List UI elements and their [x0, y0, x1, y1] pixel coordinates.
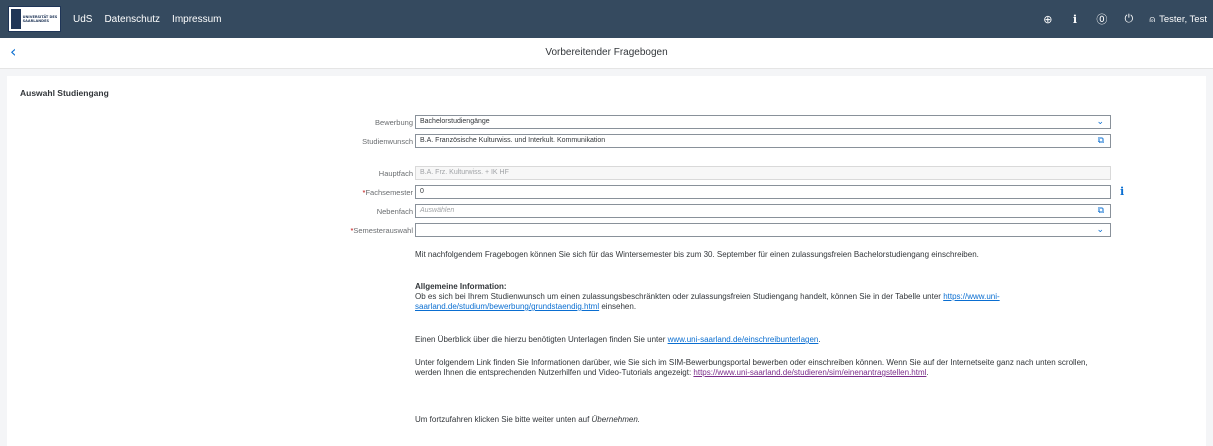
sim-antrag-link[interactable]: https://www.uni-saarland.de/studieren/si…	[693, 368, 926, 377]
nebenfach-label: Nebenfach	[376, 207, 413, 216]
logo-text: UNIVERSITÄT DES SAARLANDES	[22, 15, 58, 23]
sim-portal-paragraph: Unter folgendem Link finden Sie Informat…	[415, 358, 1088, 377]
general-info-heading: Allgemeine Information:	[415, 282, 507, 291]
shell-nav: UdS Datenschutz Impressum	[73, 14, 222, 25]
nebenfach-input[interactable]: Auswählen ⧉	[415, 204, 1111, 218]
bewerbung-label: Bewerbung	[375, 118, 413, 127]
university-logo[interactable]: UNIVERSITÄT DES SAARLANDES	[8, 6, 61, 32]
nav-link-uds[interactable]: UdS	[73, 14, 92, 25]
row-fachsemester: *Fachsemester 0 i	[7, 185, 1206, 200]
row-semesterauswahl: *Semesterauswahl ⌄	[7, 223, 1206, 238]
uebernehmen-hint: Übernehmen.	[591, 415, 641, 424]
bewerbung-value: Bachelorstudiengänge	[420, 118, 490, 125]
user-icon: ⍝	[1149, 13, 1156, 25]
value-help-icon[interactable]: ⧉	[1098, 135, 1104, 147]
hauptfach-label: Hauptfach	[378, 169, 413, 178]
row-hauptfach: Hauptfach B.A. Frz. Kulturwiss. + IK HF	[7, 166, 1206, 181]
value-help-icon[interactable]: ⧉	[1098, 205, 1104, 217]
shell-bar: UNIVERSITÄT DES SAARLANDES UdS Datenschu…	[0, 0, 1213, 38]
nebenfach-placeholder: Auswählen	[420, 207, 455, 214]
page-title: Vorbereitender Fragebogen	[545, 47, 668, 58]
form-card: Auswahl Studiengang Bewerbung Bachelorst…	[7, 76, 1206, 446]
section-title: Auswahl Studiengang	[20, 88, 109, 98]
nav-link-impressum[interactable]: Impressum	[172, 14, 221, 25]
user-name: Tester, Test	[1159, 13, 1207, 25]
hauptfach-value: B.A. Frz. Kulturwiss. + IK HF	[420, 169, 509, 176]
power-icon[interactable]: ⏻	[1122, 12, 1135, 26]
page-header: ‹ Vorbereitender Fragebogen	[0, 38, 1213, 69]
chevron-down-icon[interactable]: ⌄	[1096, 116, 1104, 128]
fachsemester-label: *Fachsemester	[362, 188, 413, 197]
row-bewerbung: Bewerbung Bachelorstudiengänge ⌄	[7, 115, 1206, 130]
studienwunsch-value: B.A. Französische Kulturwiss. und Interk…	[420, 137, 606, 144]
info-icon[interactable]: i	[1120, 185, 1124, 198]
semesterauswahl-label: *Semesterauswahl	[350, 226, 413, 235]
chevron-down-icon[interactable]: ⌄	[1096, 224, 1104, 236]
studienwunsch-label: Studienwunsch	[362, 137, 413, 146]
row-nebenfach: Nebenfach Auswählen ⧉	[7, 204, 1206, 219]
general-info-text: Ob es sich bei Ihrem Studienwunsch um ei…	[415, 292, 944, 301]
hauptfach-field: B.A. Frz. Kulturwiss. + IK HF	[415, 166, 1111, 180]
user-menu[interactable]: ⍝ Tester, Test	[1149, 14, 1207, 25]
nav-link-datenschutz[interactable]: Datenschutz	[104, 14, 160, 25]
general-info: Allgemeine Information: Ob es sich bei I…	[415, 282, 1000, 311]
fachsemester-input[interactable]: 0	[415, 185, 1111, 199]
continue-paragraph: Um fortzufahren klicken Sie bitte weiter…	[415, 415, 641, 424]
bewerbung-select[interactable]: Bachelorstudiengänge ⌄	[415, 115, 1111, 129]
row-studienwunsch: Studienwunsch B.A. Französische Kulturwi…	[7, 134, 1206, 149]
semesterauswahl-select[interactable]: ⌄	[415, 223, 1111, 237]
info-icon[interactable]: i	[1068, 13, 1081, 26]
help-icon[interactable]: ⓪	[1095, 11, 1108, 27]
university-seal	[11, 9, 21, 29]
documents-paragraph: Einen Überblick über die hierzu benötigt…	[415, 335, 821, 344]
studienwunsch-input[interactable]: B.A. Französische Kulturwiss. und Interk…	[415, 134, 1111, 148]
fachsemester-value: 0	[420, 188, 424, 195]
einschreibunterlagen-link[interactable]: www.uni-saarland.de/einschreibunterlagen	[668, 335, 819, 344]
intro-paragraph: Mit nachfolgendem Fragebogen können Sie …	[415, 250, 979, 259]
globe-icon[interactable]: ⊕	[1041, 13, 1054, 26]
shell-actions: ⊕ i ⓪ ⏻ ⍝ Tester, Test	[1041, 11, 1207, 27]
